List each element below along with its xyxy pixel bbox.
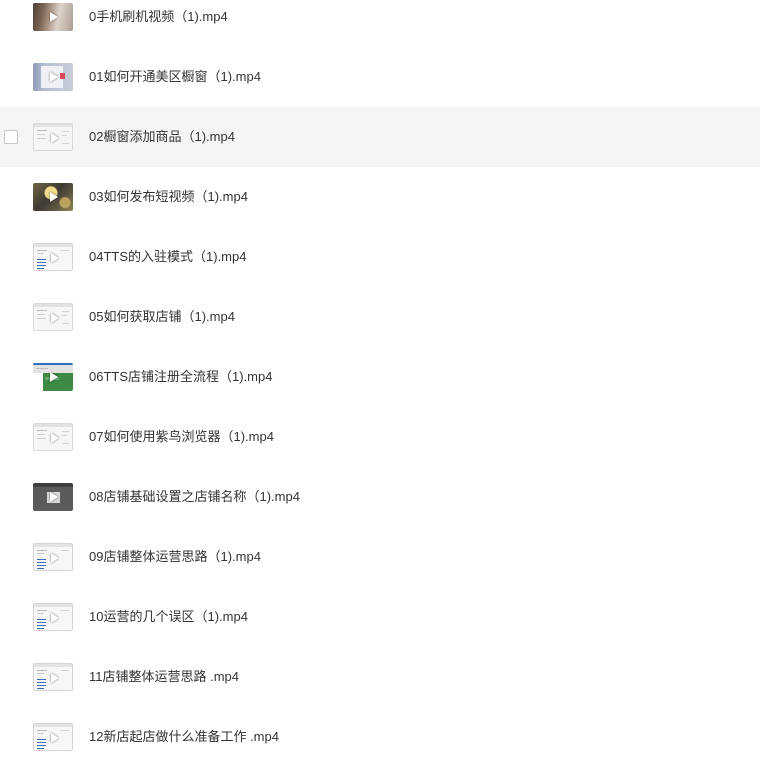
video-thumbnail[interactable] (33, 603, 73, 631)
video-thumbnail[interactable] (33, 303, 73, 331)
file-name[interactable]: 12新店起店做什么准备工作 .mp4 (89, 707, 279, 767)
file-row[interactable]: 12新店起店做什么准备工作 .mp4 (0, 707, 760, 767)
play-icon (50, 372, 58, 382)
file-name[interactable]: 09店铺整体运营思路（1).mp4 (89, 527, 261, 587)
file-row[interactable]: 03如何发布短视频（1).mp4 (0, 167, 760, 227)
file-row[interactable]: 11店铺整体运营思路 .mp4 (0, 647, 760, 707)
play-icon (50, 192, 58, 202)
video-thumbnail[interactable] (33, 543, 73, 571)
play-icon (51, 433, 59, 443)
video-thumbnail[interactable] (33, 483, 73, 511)
file-list: 0手机刷机视频（1).mp4 01如何开通美区橱窗（1).mp4 02橱窗添加商… (0, 0, 760, 767)
video-thumbnail[interactable] (33, 123, 73, 151)
play-icon (50, 72, 58, 82)
play-icon (51, 553, 59, 563)
video-thumbnail[interactable] (33, 363, 73, 391)
video-thumbnail[interactable] (33, 243, 73, 271)
video-thumbnail[interactable] (33, 423, 73, 451)
play-icon (51, 733, 59, 743)
select-checkbox[interactable] (4, 130, 18, 144)
video-thumbnail[interactable] (33, 3, 73, 31)
video-thumbnail[interactable] (33, 723, 73, 751)
file-name[interactable]: 06TTS店铺注册全流程（1).mp4 (89, 347, 272, 407)
file-name[interactable]: 05如何获取店铺（1).mp4 (89, 287, 235, 347)
file-name[interactable]: 03如何发布短视频（1).mp4 (89, 167, 248, 227)
play-icon (50, 12, 58, 22)
file-row[interactable]: 08店铺基础设置之店铺名称（1).mp4 (0, 467, 760, 527)
file-row[interactable]: 06TTS店铺注册全流程（1).mp4 (0, 347, 760, 407)
file-row[interactable]: 05如何获取店铺（1).mp4 (0, 287, 760, 347)
file-row[interactable]: 10运营的几个误区（1).mp4 (0, 587, 760, 647)
video-thumbnail[interactable] (33, 663, 73, 691)
play-icon (51, 673, 59, 683)
file-row[interactable]: 04TTS的入驻模式（1).mp4 (0, 227, 760, 287)
file-row[interactable]: 01如何开通美区橱窗（1).mp4 (0, 47, 760, 107)
file-row[interactable]: 09店铺整体运营思路（1).mp4 (0, 527, 760, 587)
file-name[interactable]: 02橱窗添加商品（1).mp4 (89, 107, 235, 167)
file-name[interactable]: 10运营的几个误区（1).mp4 (89, 587, 248, 647)
play-icon (50, 492, 58, 502)
play-icon (51, 253, 59, 263)
file-row[interactable]: 02橱窗添加商品（1).mp4 (0, 107, 760, 167)
file-name[interactable]: 07如何使用紫鸟浏览器（1).mp4 (89, 407, 274, 467)
file-row[interactable]: 0手机刷机视频（1).mp4 (0, 0, 760, 47)
video-thumbnail[interactable] (33, 183, 73, 211)
file-row[interactable]: 07如何使用紫鸟浏览器（1).mp4 (0, 407, 760, 467)
file-name[interactable]: 04TTS的入驻模式（1).mp4 (89, 227, 246, 287)
play-icon (51, 313, 59, 323)
file-name[interactable]: 08店铺基础设置之店铺名称（1).mp4 (89, 467, 300, 527)
file-name[interactable]: 11店铺整体运营思路 .mp4 (89, 647, 239, 707)
file-name[interactable]: 0手机刷机视频（1).mp4 (89, 0, 228, 47)
play-icon (51, 133, 59, 143)
play-icon (51, 613, 59, 623)
video-thumbnail[interactable] (33, 63, 73, 91)
file-name[interactable]: 01如何开通美区橱窗（1).mp4 (89, 47, 261, 107)
